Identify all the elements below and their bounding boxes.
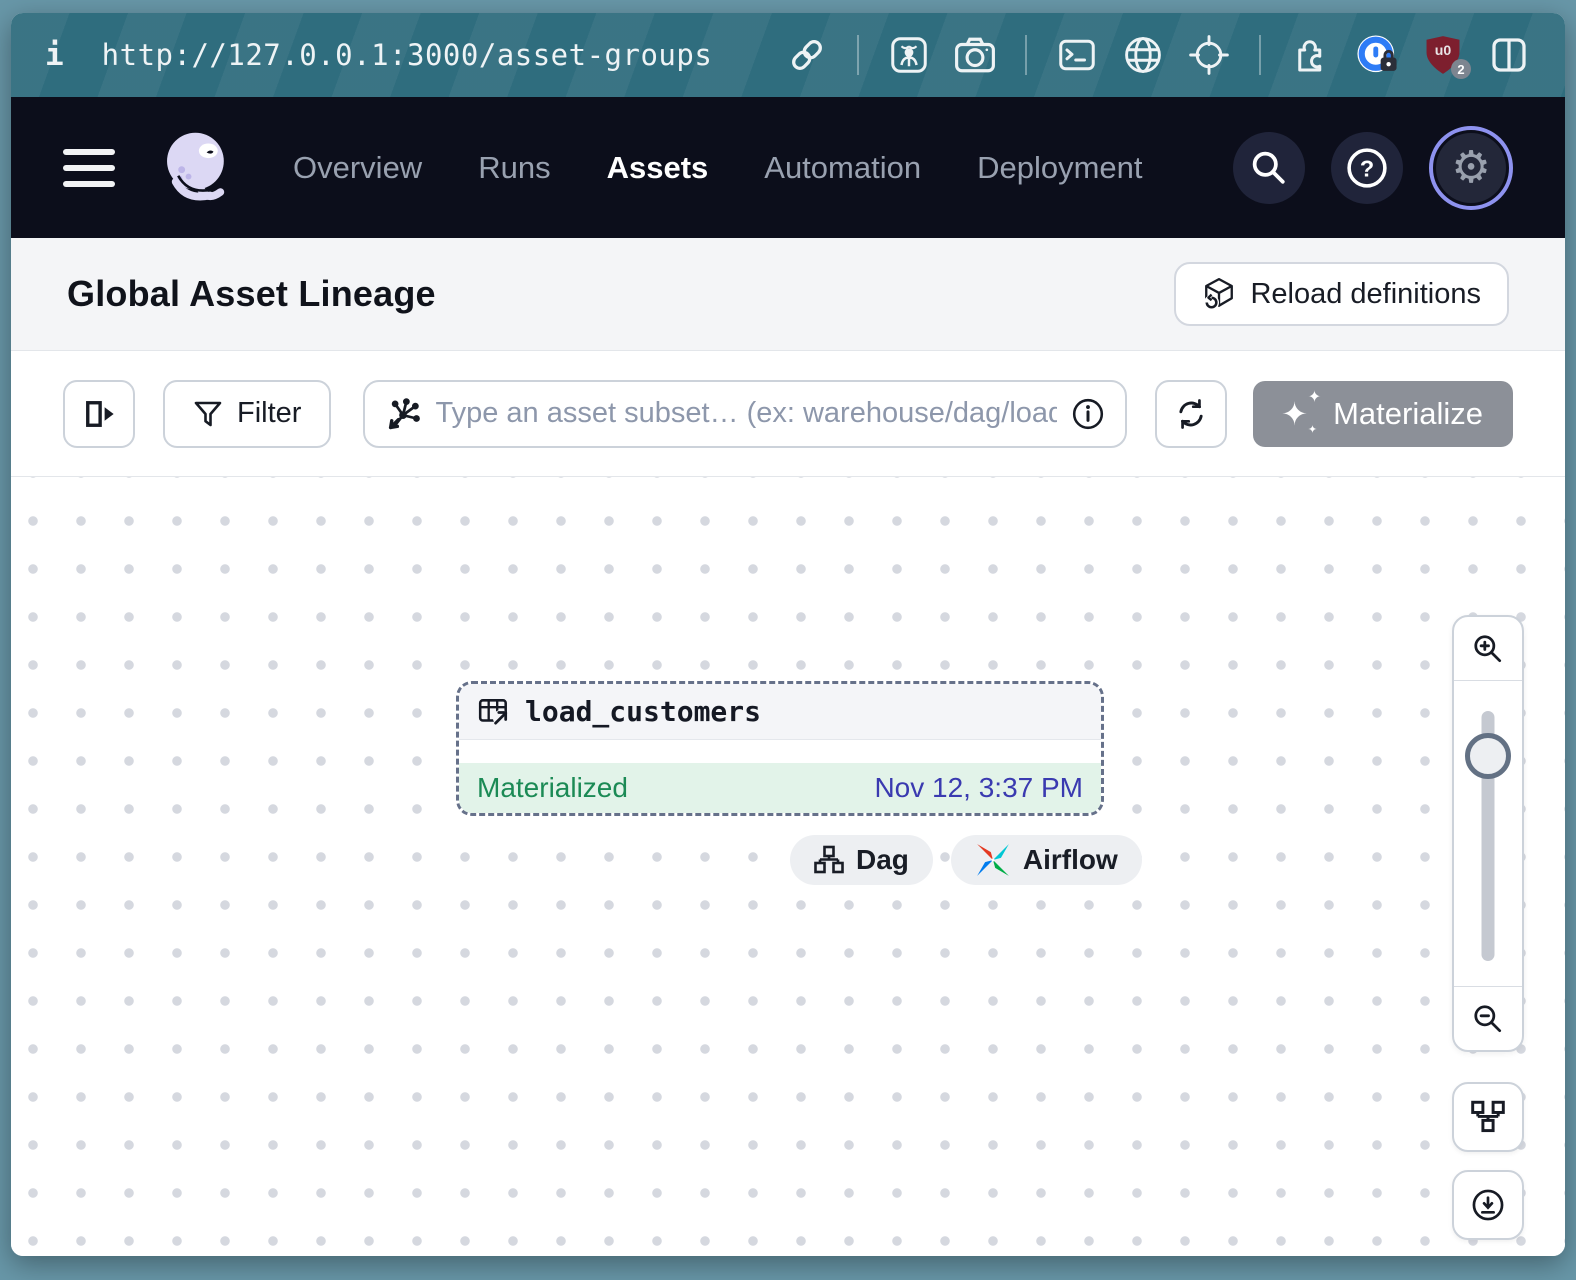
- ublock-badge: 2: [1451, 59, 1471, 79]
- layout-graph-icon: [1471, 1100, 1505, 1134]
- zoom-slider[interactable]: [1454, 681, 1522, 986]
- copy-link-icon[interactable]: [785, 33, 829, 77]
- dag-icon: [814, 845, 844, 875]
- browser-url-bar: i http://127.0.0.1:3000/asset-groups: [11, 13, 1565, 97]
- asset-subset-input[interactable]: [435, 397, 1057, 430]
- asset-node-load-customers[interactable]: load_customers Materialized Nov 12, 3:37…: [456, 681, 1104, 816]
- filter-label: Filter: [237, 397, 301, 430]
- materialize-button[interactable]: ✦ ✦ ✦ Materialize: [1253, 381, 1513, 447]
- nav-item-overview[interactable]: Overview: [293, 150, 422, 186]
- toolbar-separator: [1259, 35, 1261, 75]
- zoom-in-button[interactable]: [1454, 617, 1522, 681]
- download-image-button[interactable]: [1452, 1170, 1524, 1240]
- zoom-out-icon: [1471, 1002, 1505, 1036]
- lineage-canvas[interactable]: load_customers Materialized Nov 12, 3:37…: [11, 477, 1565, 1256]
- picker-target-icon[interactable]: [1187, 33, 1231, 77]
- menu-hamburger-icon[interactable]: [63, 149, 115, 187]
- materialize-label: Materialize: [1333, 396, 1483, 432]
- page-title: Global Asset Lineage: [67, 273, 436, 315]
- reload-definitions-button[interactable]: Reload definitions: [1174, 262, 1509, 326]
- zoom-controls: [1452, 615, 1524, 1052]
- nav-item-automation[interactable]: Automation: [764, 150, 921, 186]
- tag-airflow[interactable]: Airflow: [951, 835, 1142, 885]
- toolbar-separator: [1025, 35, 1027, 75]
- svg-text:u0: u0: [1435, 42, 1452, 58]
- extension-puzzle-icon[interactable]: [1289, 33, 1333, 77]
- help-button[interactable]: ?: [1331, 132, 1403, 204]
- browser-window: i http://127.0.0.1:3000/asset-groups: [11, 13, 1565, 1256]
- help-icon: ?: [1345, 146, 1389, 190]
- rearrange-layout-button[interactable]: [1452, 1082, 1524, 1152]
- filter-button[interactable]: Filter: [163, 380, 331, 448]
- asset-name: load_customers: [525, 695, 761, 728]
- split-view-icon[interactable]: [1487, 33, 1531, 77]
- tag-dag-label: Dag: [856, 844, 909, 876]
- sparkles-icon: ✦ ✦ ✦: [1283, 394, 1317, 434]
- refresh-button[interactable]: [1155, 380, 1227, 448]
- asset-tags: Dag Airflow: [790, 835, 1142, 885]
- asset-table-icon: [477, 695, 511, 729]
- asset-node-status-row: Materialized Nov 12, 3:37 PM: [459, 763, 1101, 813]
- tag-airflow-label: Airflow: [1023, 844, 1118, 876]
- materialized-status: Materialized: [477, 772, 628, 804]
- refresh-icon: [1173, 396, 1209, 432]
- photos-extension-icon[interactable]: [887, 33, 931, 77]
- toolbar-separator: [857, 35, 859, 75]
- dagster-logo[interactable]: [155, 125, 241, 211]
- filter-funnel-icon: [193, 399, 223, 429]
- zoom-out-button[interactable]: [1454, 986, 1522, 1050]
- ublock-shield-icon[interactable]: u0 2: [1421, 33, 1465, 77]
- page-header: Global Asset Lineage Reload definitions: [11, 238, 1565, 350]
- nav-links: Overview Runs Assets Automation Deployme…: [293, 150, 1143, 186]
- info-icon: [1071, 397, 1105, 431]
- zoom-slider-thumb[interactable]: [1465, 733, 1511, 779]
- settings-button[interactable]: ⚙: [1429, 126, 1513, 210]
- screenshot-icon[interactable]: [953, 33, 997, 77]
- app-nav-bar: Overview Runs Assets Automation Deployme…: [11, 97, 1565, 238]
- toggle-sidebar-button[interactable]: [63, 380, 135, 448]
- materialized-timestamp: Nov 12, 3:37 PM: [874, 772, 1083, 804]
- gear-icon: ⚙: [1451, 146, 1490, 190]
- panel-expand-icon: [81, 396, 117, 432]
- asset-subset-search[interactable]: [363, 380, 1127, 448]
- tag-dag[interactable]: Dag: [790, 835, 933, 885]
- asset-node-body: [459, 740, 1101, 763]
- lineage-toolbar: Filter: [11, 350, 1565, 477]
- browser-toolbar-icons: u0 2: [785, 33, 1531, 77]
- download-icon: [1470, 1187, 1506, 1223]
- url-text[interactable]: http://127.0.0.1:3000/asset-groups: [102, 38, 713, 72]
- asset-graph-icon: [385, 396, 421, 432]
- terminal-icon[interactable]: [1055, 33, 1099, 77]
- airflow-icon: [975, 842, 1011, 878]
- nav-item-assets[interactable]: Assets: [607, 150, 709, 186]
- nav-actions: ? ⚙: [1233, 126, 1513, 210]
- password-manager-icon[interactable]: [1355, 33, 1399, 77]
- search-icon: [1249, 148, 1289, 188]
- page-info-icon[interactable]: i: [45, 37, 64, 73]
- reload-definitions-label: Reload definitions: [1250, 278, 1481, 311]
- reload-cube-icon: [1202, 277, 1236, 311]
- search-button[interactable]: [1233, 132, 1305, 204]
- nav-item-runs[interactable]: Runs: [478, 150, 550, 186]
- asset-node-header: load_customers: [459, 684, 1101, 740]
- svg-text:?: ?: [1360, 155, 1374, 181]
- nav-item-deployment[interactable]: Deployment: [977, 150, 1142, 186]
- globe-icon[interactable]: [1121, 33, 1165, 77]
- zoom-in-icon: [1471, 632, 1505, 666]
